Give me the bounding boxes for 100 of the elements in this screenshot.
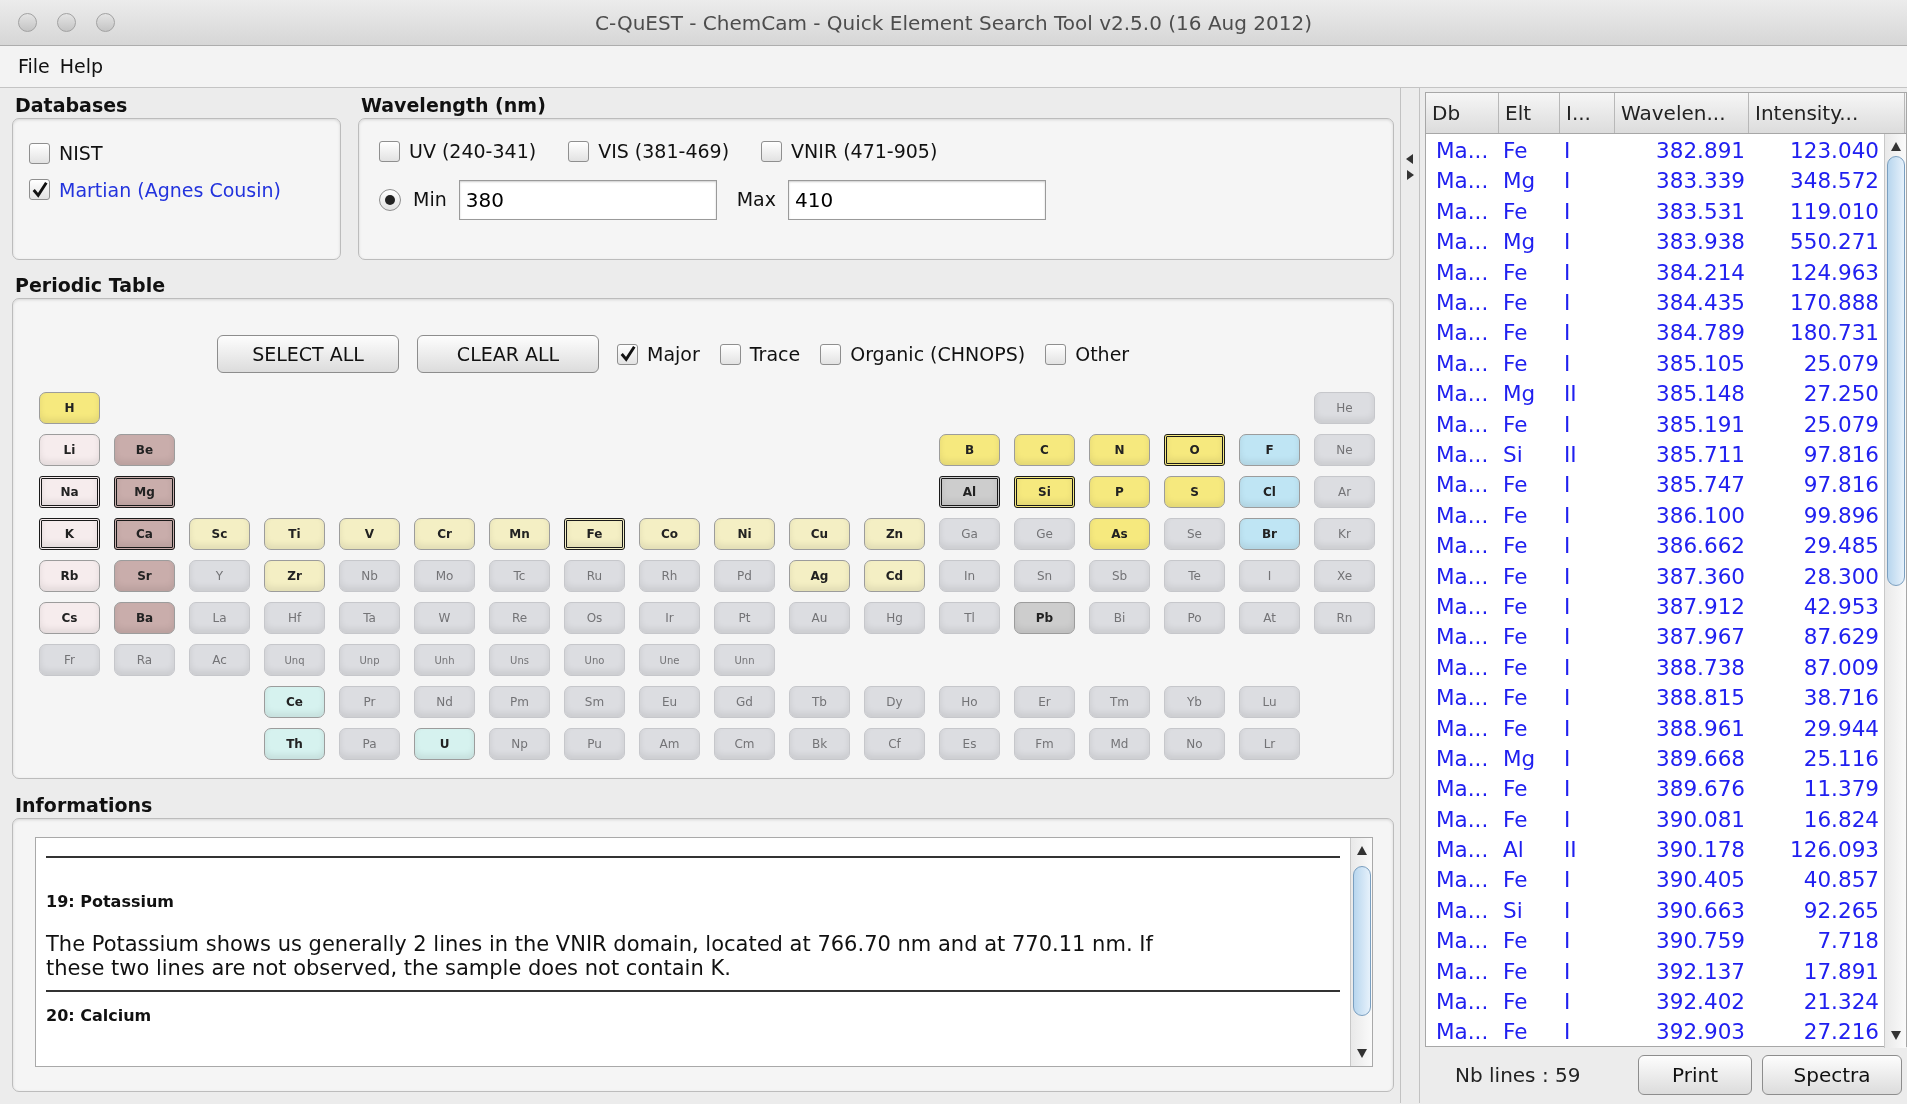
checkbox[interactable] [568,140,590,162]
element-button[interactable]: F [1239,434,1300,466]
element-button[interactable]: Li [39,434,100,466]
element-button[interactable]: V [339,518,400,550]
checkbox[interactable] [379,140,400,162]
checkbox-label[interactable]: Martian (Agnes Cousin) [59,175,281,204]
element-button[interactable]: K [39,518,100,550]
element-button[interactable]: Ca [114,518,175,550]
element-button[interactable]: O [1164,434,1225,466]
element-button[interactable]: Pb [1014,602,1075,634]
window-control-icon[interactable] [96,13,115,32]
table-cell-text: I [1563,197,1572,226]
table-cell-text: Si [1502,441,1524,469]
scroll-down-icon[interactable] [1889,1029,1902,1042]
element-button[interactable]: Ag [789,560,850,592]
element-button[interactable]: Al [939,476,1000,508]
element-button[interactable]: Cu [789,518,850,550]
element-button[interactable]: Ni [714,518,775,550]
element-button[interactable]: Zn [864,518,925,550]
element-button[interactable]: Fe [564,518,625,550]
element-button[interactable]: Sr [114,560,175,592]
table-cell-text: Ma... [1435,441,1490,469]
collapse-left-icon[interactable] [1406,154,1414,164]
table-cell-text: 42.953 [1802,592,1880,621]
window-control-icon[interactable] [18,13,37,32]
element-button[interactable]: Rb [39,560,100,592]
element-button[interactable]: B [939,434,1000,466]
table-cell-text: 386.100 [1655,501,1746,530]
element-button[interactable]: N [1089,434,1150,466]
checkbox-label[interactable]: NIST [59,139,103,168]
checkbox[interactable] [719,343,741,365]
scrollbar[interactable] [1884,134,1906,1048]
checkbox-label[interactable]: Trace [749,339,801,369]
element-button[interactable]: Mn [489,518,550,550]
checkbox[interactable] [29,179,50,201]
column-header[interactable]: Elt [1499,93,1560,133]
table-cell-text: 382.891 [1655,137,1746,166]
checkbox[interactable] [820,343,842,365]
scroll-up-icon[interactable] [1889,140,1902,152]
element-button[interactable]: U [414,728,475,760]
element-button[interactable]: Cs [39,602,100,634]
element-button[interactable]: Ce [264,686,325,718]
window-title: C-QuEST - ChemCam - Quick Element Search Tool v2.5.0 (16 Aug 2012) [594,9,1313,37]
menu-item[interactable]: File [18,52,50,81]
element-button[interactable]: Br [1239,518,1300,550]
action-button[interactable]: Spectra [1762,1055,1902,1095]
element-button[interactable]: C [1014,434,1075,466]
element-button[interactable]: Cl [1239,476,1300,508]
checkbox-label[interactable]: Major [647,339,700,369]
checkbox-label[interactable]: Other [1075,339,1130,369]
element-button[interactable]: Th [264,728,325,760]
window-control-icon[interactable] [57,13,76,32]
table-cell-text: 392.402 [1655,988,1746,1016]
element-button[interactable]: Ba [114,602,175,634]
element-button[interactable]: Be [114,434,175,466]
element-button[interactable]: Zr [264,560,325,592]
table-cell-text: I [1563,684,1572,713]
checkbox-label[interactable]: UV (240-341) [409,137,537,166]
checkbox-label[interactable]: Organic (CHNOPS) [850,339,1026,369]
checkbox-label[interactable]: VNIR (471-905) [791,137,938,166]
column-header[interactable]: Wavelen... [1615,93,1749,133]
element-button[interactable]: Cr [414,518,475,550]
column-header[interactable]: Db [1426,93,1499,133]
element-button[interactable]: Mg [114,476,175,508]
menu-item[interactable]: Help [59,52,104,81]
column-header[interactable]: Intensity... [1749,93,1905,133]
action-button[interactable]: Print [1638,1055,1752,1095]
checkbox[interactable] [761,140,783,162]
table-cell-text: 387.360 [1655,562,1746,591]
table-cell-text: 124.963 [1789,258,1880,287]
element-button[interactable]: P [1089,476,1150,508]
scroll-up-icon[interactable] [1355,844,1368,856]
element-button[interactable]: H [39,392,100,424]
element-button[interactable]: S [1164,476,1225,508]
checkbox[interactable] [617,343,638,365]
checkbox[interactable] [1045,343,1067,365]
element-button[interactable]: Sc [189,518,250,550]
table-cell-text: 390.405 [1655,866,1746,895]
collapse-right-icon[interactable] [1406,170,1414,180]
radio-button[interactable] [379,188,401,211]
checkbox-label[interactable]: VIS (381-469) [598,137,730,166]
action-button[interactable]: CLEAR ALL [417,335,599,373]
checkbox[interactable] [29,142,50,164]
split-handle[interactable] [1400,88,1420,1103]
max-field[interactable]: 410 [788,179,1046,220]
element-button[interactable]: Ti [264,518,325,550]
scrollbar[interactable] [1350,838,1372,1066]
table-cell-text: Fe [1502,592,1529,621]
entry-title: 20: Calcium [46,1005,153,1027]
action-button[interactable]: SELECT ALL [217,335,399,373]
table-cell-text: Ma... [1435,167,1490,196]
min-field[interactable]: 380 [458,179,717,220]
element-button[interactable]: Cd [864,560,925,592]
element-button[interactable]: As [1089,518,1150,550]
group-label: Databases [14,93,128,118]
scroll-down-icon[interactable] [1355,1048,1368,1060]
element-button[interactable]: Si [1014,476,1075,508]
element-button[interactable]: Co [639,518,700,550]
element-button[interactable]: Na [39,476,100,508]
column-header[interactable]: I... [1560,93,1615,133]
